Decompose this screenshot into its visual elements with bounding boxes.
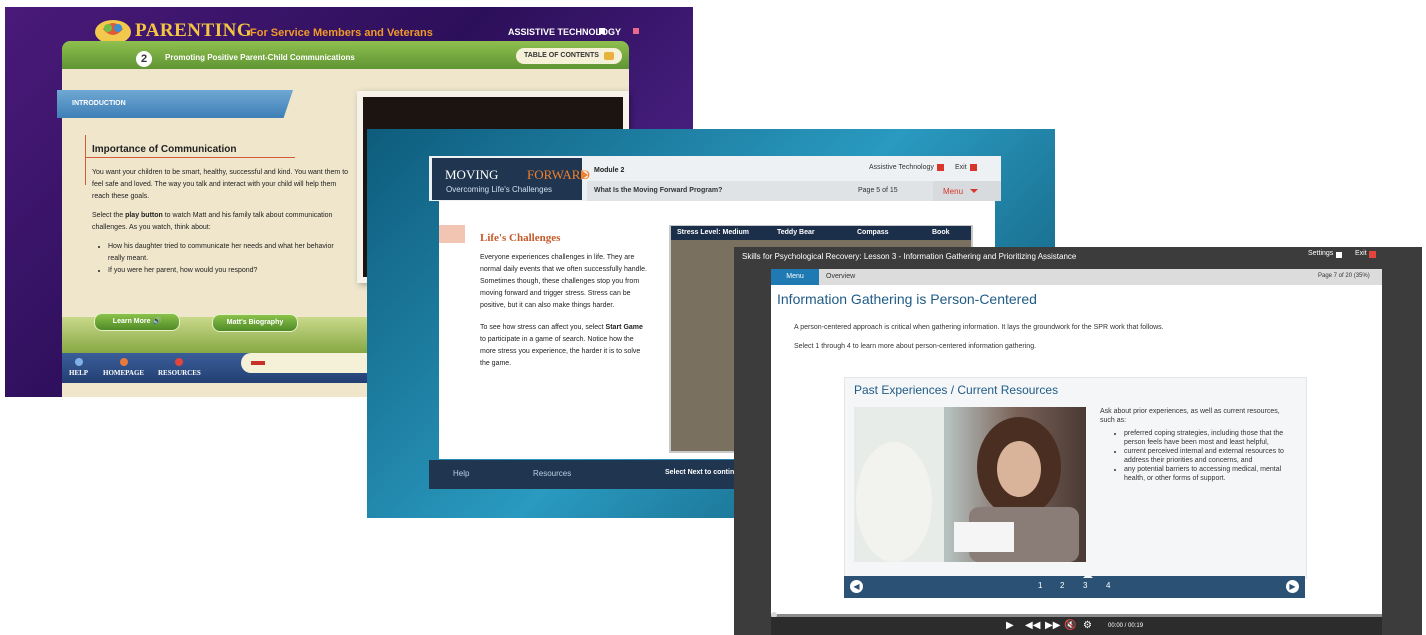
list-item: How his daughter tried to communicate he… <box>108 241 352 265</box>
speaker-icon: 🔊 <box>152 318 162 325</box>
text-span: Select the <box>92 212 126 219</box>
page-link-2[interactable]: 2 <box>1060 581 1064 590</box>
nav-help[interactable]: HELP <box>69 358 88 377</box>
card-text: Ask about prior experiences, as well as … <box>1100 407 1296 483</box>
carousel-pointer <box>1083 573 1093 578</box>
chevron-down-icon[interactable] <box>970 189 978 193</box>
progress-fill <box>251 361 265 365</box>
close-icon[interactable] <box>633 28 639 34</box>
rewind-icon[interactable]: ◀◀ <box>1025 620 1040 631</box>
tab-bar <box>771 269 1382 285</box>
window-title: Skills for Psychological Recovery: Lesso… <box>742 252 1077 261</box>
nav-label: RESOURCES <box>158 369 201 377</box>
spr-screenshot: Skills for Psychological Recovery: Lesso… <box>734 247 1422 635</box>
assistive-icon[interactable] <box>937 164 944 171</box>
nav-label: HELP <box>69 369 89 377</box>
next-instruction: Select Next to continue <box>665 469 743 476</box>
playback-time: 00:00 / 00:19 <box>1108 623 1144 629</box>
assistive-checkbox-icon[interactable] <box>599 28 605 34</box>
page-link-4[interactable]: 4 <box>1106 581 1110 590</box>
home-icon <box>119 358 128 366</box>
assistive-technology-link[interactable]: Assistive Technology <box>869 164 934 171</box>
text-bold: play button <box>125 212 163 219</box>
tab-overview[interactable]: Overview <box>826 273 855 280</box>
page-indicator: Page 7 of 20 (35%) <box>1318 273 1370 279</box>
fast-forward-icon[interactable]: ▶▶ <box>1045 620 1060 631</box>
previous-arrow-icon[interactable]: ◀ <box>850 580 863 593</box>
brand-word-a: MOVING <box>445 167 499 182</box>
resources-link[interactable]: Resources <box>533 469 571 478</box>
settings-link[interactable]: Settings <box>1308 250 1333 257</box>
media-controls <box>771 617 1382 635</box>
learn-more-button[interactable]: Learn More 🔊 <box>94 313 180 331</box>
page-question: What Is the Moving Forward Program? <box>594 187 723 194</box>
game-item-book: Book <box>932 229 950 236</box>
biography-button[interactable]: Matt's Biography <box>212 314 298 332</box>
exit-link[interactable]: Exit <box>1355 250 1367 257</box>
exit-icon[interactable] <box>1369 251 1376 258</box>
list-item: preferred coping strategies, including t… <box>1124 429 1296 447</box>
parenting-subtitle: For Service Members and Veterans <box>250 27 433 39</box>
intro-paragraph: A person-centered approach is critical w… <box>794 324 1164 331</box>
decor-line-horizontal <box>85 157 295 158</box>
carousel-bar <box>844 576 1305 598</box>
lesson-title: Promoting Positive Parent-Child Communic… <box>165 53 355 62</box>
lesson-number-badge: 2 <box>136 51 152 67</box>
paragraph: Everyone experiences challenges in life.… <box>480 254 647 309</box>
gear-icon[interactable]: ⚙ <box>1083 620 1092 631</box>
mute-icon[interactable]: 🔇 <box>1064 620 1076 631</box>
brand-arrow-icon <box>581 170 588 180</box>
menu-label[interactable]: Menu <box>943 187 963 196</box>
instruction-paragraph: Select 1 through 4 to learn more about p… <box>794 343 1037 350</box>
help-link[interactable]: Help <box>453 469 469 478</box>
exit-icon[interactable] <box>970 164 977 171</box>
nav-resources[interactable]: RESOURCES <box>158 358 201 377</box>
resources-icon <box>175 358 184 366</box>
paragraph: To see how stress can affect you, select… <box>480 322 648 370</box>
paragraph: Select the play button to watch Matt and… <box>92 210 352 234</box>
page-link-1[interactable]: 1 <box>1038 581 1042 590</box>
card-title: Past Experiences / Current Resources <box>854 383 1059 397</box>
nav-label: HOMEPAGE <box>103 369 145 377</box>
settings-icon[interactable] <box>1336 252 1342 258</box>
page-link-3[interactable]: 3 <box>1083 581 1087 590</box>
section-heading: Importance of Communication <box>92 144 237 155</box>
text-bold: Start Game <box>605 324 643 331</box>
toc-folder-icon <box>604 52 614 60</box>
stress-level-label: Stress Level: Medium <box>677 229 749 236</box>
help-icon <box>74 358 83 366</box>
brand-subtitle: Overcoming Life's Challenges <box>446 185 553 194</box>
paragraph: You want your children to be smart, heal… <box>92 169 349 200</box>
decor-line-vertical <box>85 135 86 185</box>
next-arrow-icon[interactable]: ▶ <box>1286 580 1299 593</box>
tab-menu[interactable]: Menu <box>771 269 819 285</box>
exit-link[interactable]: Exit <box>955 164 967 171</box>
module-label: Module 2 <box>594 167 625 174</box>
card-intro: Ask about prior experiences, as well as … <box>1100 408 1280 424</box>
page-indicator: Page 5 of 15 <box>858 187 898 194</box>
text-span: to participate in a game of search. Noti… <box>480 336 641 367</box>
bullet-list: preferred coping strategies, including t… <box>1100 429 1296 483</box>
body-text: Everyone experiences challenges in life.… <box>480 252 648 380</box>
bullet-list: How his daughter tried to communicate he… <box>92 241 352 277</box>
button-label: Learn More <box>112 318 151 325</box>
page-title: Information Gathering is Person-Centered <box>777 291 1037 307</box>
list-item: any potential barriers to accessing medi… <box>1124 465 1296 483</box>
nav-homepage[interactable]: HOMEPAGE <box>103 358 144 377</box>
woman-photo <box>854 407 1086 562</box>
section-heading: Life's Challenges <box>480 232 561 244</box>
body-text: You want your children to be smart, heal… <box>92 167 352 277</box>
list-item: current perceived internal and external … <box>1124 447 1296 465</box>
text-span: To see how stress can affect you, select <box>480 324 606 331</box>
heading-accent <box>439 225 465 243</box>
list-item: If you were her parent, how would you re… <box>108 265 352 277</box>
section-label: INTRODUCTION <box>72 100 126 107</box>
parenting-title: PARENTING <box>135 20 253 41</box>
game-item-teddy-bear: Teddy Bear <box>777 229 815 236</box>
play-icon[interactable]: ▶ <box>1006 620 1014 631</box>
game-item-compass: Compass <box>857 229 889 236</box>
